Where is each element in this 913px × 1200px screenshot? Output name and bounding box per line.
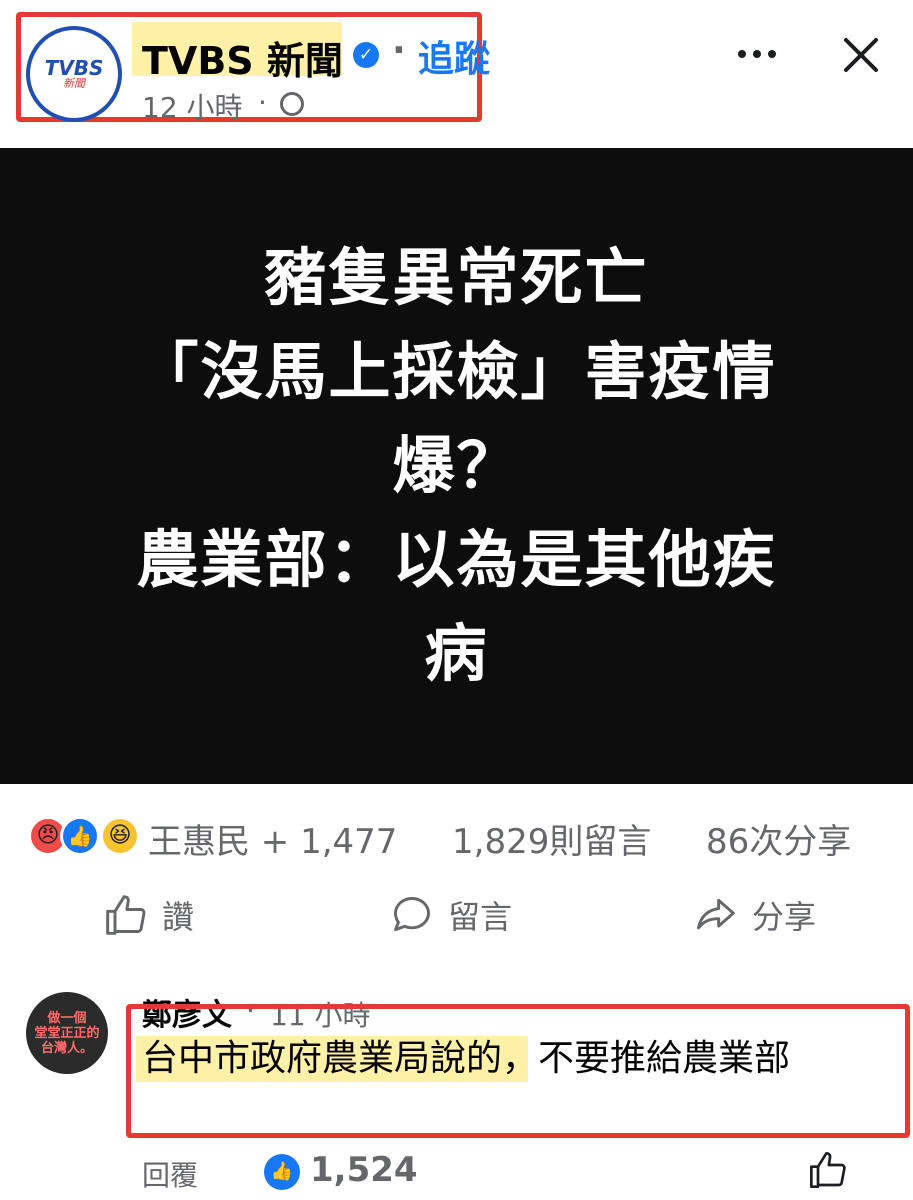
comment-avatar[interactable]: 做一個 堂堂正正的 台灣人。: [26, 992, 108, 1074]
comment-bubble-icon: [394, 897, 430, 932]
thumbs-up-icon: [106, 895, 146, 935]
globe-icon: [280, 92, 304, 116]
page-avatar[interactable]: TVBS 新聞: [26, 26, 122, 122]
reply-button[interactable]: 回覆: [142, 1154, 198, 1194]
post-image-line: 農業部：以為是其他疾: [136, 523, 777, 596]
share-button[interactable]: 分享: [692, 892, 816, 938]
post-image-line: 病: [424, 617, 489, 690]
page-name[interactable]: TVBS 新聞: [142, 30, 343, 85]
share-label: 分享: [752, 898, 817, 936]
comment-label: 留言: [448, 898, 513, 936]
comment-body-highlighted: 台中市政府農業局說的: [142, 1038, 503, 1079]
close-icon[interactable]: [836, 32, 886, 78]
comment-like-count[interactable]: 1,524: [310, 1150, 418, 1190]
post-image-text: 豬隻異常死亡 「沒馬上採檢」害疫情 爆？ 農業部：以為是其他疾 病: [77, 231, 837, 701]
share-arrow-icon: [697, 898, 735, 930]
like-button[interactable]: 讚: [104, 892, 194, 938]
avatar-logo-text: TVBS: [44, 56, 104, 80]
post-image-line: 爆？: [392, 429, 521, 502]
follow-button[interactable]: 追蹤: [418, 30, 490, 82]
haha-reaction-icon[interactable]: 😆: [100, 816, 140, 856]
post-time-separator: ·: [258, 86, 267, 119]
post-image-line: 「沒馬上採檢」害疫情: [136, 335, 777, 408]
follow-separator: ·: [392, 30, 406, 71]
comment-avatar-text: 做一個 堂堂正正的 台灣人。: [34, 1010, 100, 1056]
thumbs-up-outline-icon: [810, 1152, 846, 1188]
post-time[interactable]: 12 小時: [142, 86, 243, 126]
comment-body-rest: ，不要推給農業部: [502, 1038, 791, 1079]
post-image[interactable]: 豬隻異常死亡 「沒馬上採檢」害疫情 爆？ 農業部：以為是其他疾 病: [0, 148, 913, 784]
reaction-summary[interactable]: 王惠民 + 1,477: [148, 814, 397, 863]
like-reaction-icon[interactable]: 👍: [60, 816, 100, 856]
like-label: 讚: [162, 898, 195, 936]
more-options-icon[interactable]: [732, 36, 782, 72]
comment-body: 台中市政府農業局說的，不要推給農業部: [142, 1036, 862, 1082]
post-image-line: 豬隻異常死亡: [264, 241, 649, 314]
verified-badge-icon: ✓: [353, 42, 379, 68]
comment-like-button[interactable]: [804, 1146, 852, 1194]
share-count[interactable]: 86次分享: [706, 814, 851, 863]
comment-button[interactable]: 留言: [390, 892, 512, 938]
comment-like-icon: 👍: [264, 1154, 300, 1190]
avatar-logo-subtext: 新聞: [63, 77, 85, 90]
comment-count[interactable]: 1,829則留言: [452, 814, 651, 863]
